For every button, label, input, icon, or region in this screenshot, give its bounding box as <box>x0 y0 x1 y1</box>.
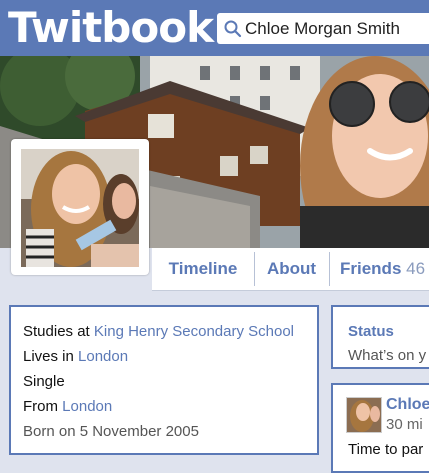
about-studies: Studies at King Henry Secondary School <box>23 323 294 340</box>
about-birthday: Born on 5 November 2005 <box>23 423 199 440</box>
from-city-link[interactable]: London <box>62 398 112 415</box>
school-link[interactable]: King Henry Secondary School <box>94 323 294 340</box>
about-relationship: Single <box>23 373 65 390</box>
about-from: From London <box>23 398 112 415</box>
tab-friends[interactable]: Friends 46 <box>330 248 429 290</box>
search-input[interactable] <box>245 13 429 44</box>
app-logo[interactable]: Twitbook <box>8 2 214 54</box>
status-title: Status <box>348 323 394 340</box>
post-author[interactable]: Chloe <box>386 396 429 414</box>
tab-friends-label: Friends <box>340 259 402 278</box>
about-lives: Lives in London <box>23 348 128 365</box>
post-card: Chloe 30 mi Time to par <box>331 383 429 473</box>
profile-nav: Timeline About Friends 46 <box>152 248 429 291</box>
search-icon <box>224 20 242 38</box>
post-timestamp[interactable]: 30 mi <box>386 416 423 433</box>
avatar[interactable] <box>346 397 382 433</box>
friends-count: 46 <box>406 259 426 278</box>
top-bar: Twitbook <box>0 0 429 56</box>
about-card: Studies at King Henry Secondary School L… <box>9 305 319 455</box>
status-input[interactable]: What’s on y <box>348 347 426 364</box>
search-box[interactable] <box>217 13 429 44</box>
lives-prefix: Lives in <box>23 348 74 365</box>
profile-picture[interactable] <box>11 139 149 275</box>
tab-about[interactable]: About <box>255 248 328 290</box>
status-card[interactable]: Status What’s on y <box>331 305 429 369</box>
post-text: Time to par <box>348 441 424 458</box>
profile-photo <box>21 149 139 267</box>
lives-city-link[interactable]: London <box>78 348 128 365</box>
avatar-photo <box>347 398 381 432</box>
tab-timeline[interactable]: Timeline <box>152 248 254 290</box>
from-prefix: From <box>23 398 58 415</box>
studies-prefix: Studies at <box>23 323 90 340</box>
